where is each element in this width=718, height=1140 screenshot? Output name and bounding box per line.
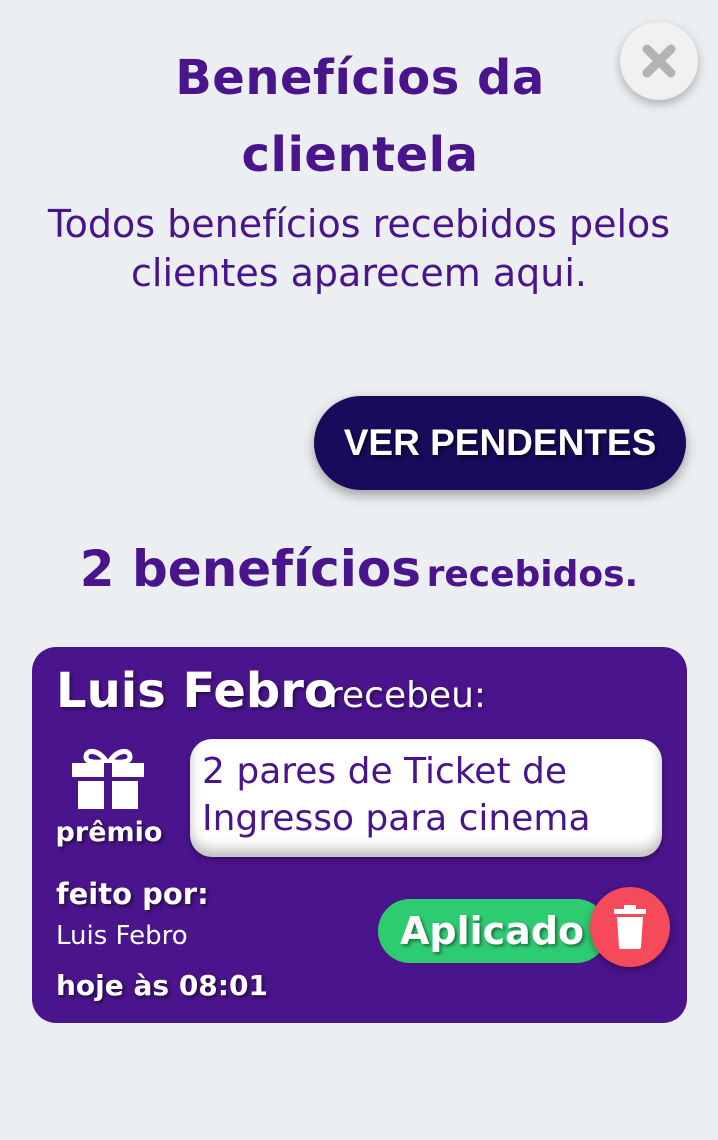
benefits-count-number: 2 benefícios: [79, 540, 421, 598]
benefit-timestamp: hoje às 08:01: [56, 969, 268, 1002]
trash-icon: [614, 905, 646, 949]
made-by-name: Luis Febro: [56, 921, 188, 951]
benefits-count-suffix: recebidos.: [426, 554, 639, 595]
status-badge: Aplicado: [378, 899, 608, 963]
customer-name: Luis Febro: [56, 663, 337, 719]
delete-button[interactable]: [590, 887, 670, 967]
prize-description: 2 pares de Ticket de Ingresso para cinem…: [190, 739, 662, 857]
benefits-count: 2 benefícios recebidos.: [0, 540, 718, 598]
benefit-type-label: prêmio: [55, 817, 163, 848]
received-label: recebeu:: [328, 675, 487, 716]
close-icon: [642, 44, 676, 78]
made-by-label: feito por:: [56, 877, 209, 911]
close-button[interactable]: [620, 22, 698, 100]
page-title: Benefícios da clientela: [175, 50, 545, 183]
customer-benefits-page: Benefícios da clientela Todos benefícios…: [0, 0, 718, 1140]
view-pending-button[interactable]: VER PENDENTES: [314, 396, 686, 490]
benefit-card: Luis Febro recebeu: prêmio 2 pares de Ti…: [32, 647, 687, 1023]
gift-icon: [72, 749, 144, 811]
page-subtitle: Todos benefícios recebidos pelos cliente…: [47, 202, 671, 296]
